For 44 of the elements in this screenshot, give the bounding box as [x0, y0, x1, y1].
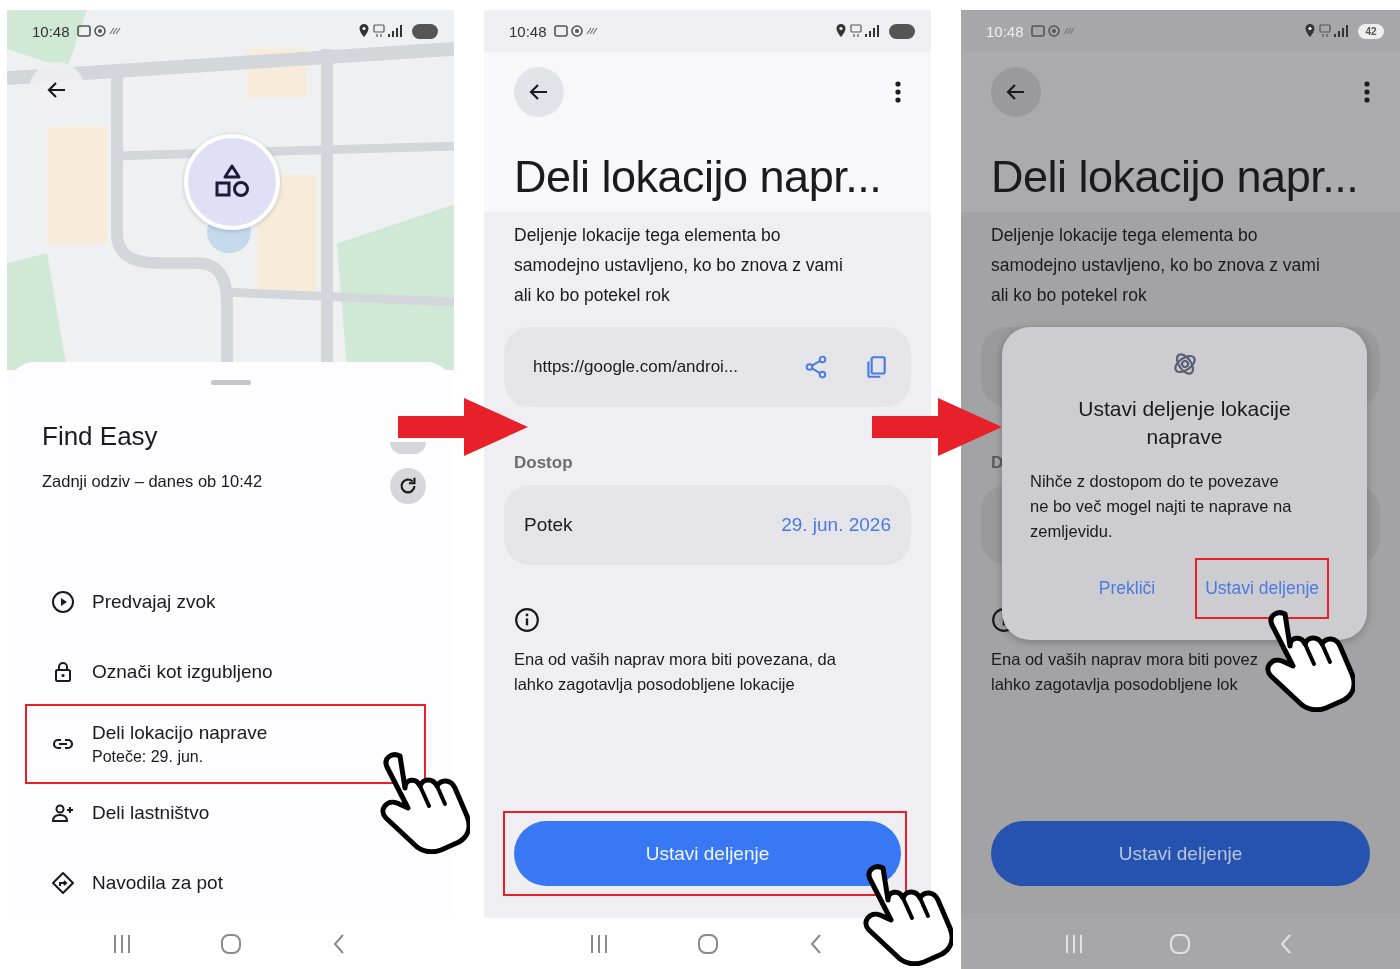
dialog-title: Ustavi deljenje lokacije naprave [1077, 396, 1292, 450]
status-time: 10:48 [509, 22, 547, 40]
description-text: Deljenje lokacije tega elementa bo samodejno ustavljeno, ko bo znova z vami ali ko bo potekel rok [991, 224, 1321, 307]
menu-label: Deli lastništvo [92, 802, 210, 824]
menu-label: Navodila za pot [92, 872, 223, 894]
stop-sharing-button[interactable]: Ustavi deljenje [514, 821, 901, 886]
share-icon[interactable] [803, 354, 829, 380]
back-button[interactable] [514, 67, 564, 117]
menu-label: Označi kot izgubljeno [92, 661, 273, 683]
battery-indicator [889, 23, 915, 39]
page-title: Deli lokacijo napr... [514, 151, 883, 203]
refresh-button[interactable] [390, 468, 426, 504]
description-text: Deljenje lokacije tega elementa bo samodejno ustavljeno, ko bo znova z vami ali ko bo potekel rok [514, 224, 844, 307]
menu-label: Deli lokacijo naprave [92, 722, 268, 744]
info-text: Ena od vaših naprav mora biti povez lahko zagotavlja posodobljene lok [991, 649, 1259, 695]
info-text: Ena od vaših naprav mora biti povezana, da lahko zagotavlja posodobljene lokacije [514, 649, 837, 695]
section-heading: Dostop [514, 453, 574, 473]
play-icon [51, 590, 75, 614]
home-icon[interactable] [696, 932, 719, 955]
more-options-icon[interactable] [1364, 80, 1370, 104]
link-url: https://google.com/androi... [533, 357, 739, 377]
battery-indicator: 42 [1358, 23, 1384, 39]
menu-item[interactable]: Predvajaj zvok [25, 567, 426, 637]
info-icon [514, 607, 540, 633]
stop-sharing-button[interactable]: Ustavi deljenje [991, 821, 1370, 886]
expiry-date: 29. jun. 2026 [781, 514, 891, 536]
device-name: Find Easy [42, 421, 158, 452]
section-heading: D [991, 453, 1005, 473]
status-time: 10:48 [32, 22, 70, 40]
last-seen-text: Zadnji odziv – danes ob 10:42 [42, 472, 263, 491]
home-icon[interactable] [219, 932, 242, 955]
menu-label: Predvajaj zvok [92, 591, 216, 613]
menu-detail: Poteče: 29. jun. [92, 748, 205, 766]
drag-handle[interactable] [210, 380, 251, 385]
dialog-text: Nihče z dostopom do te povezave ne bo več mogel najti te naprave na zemljevidu. [1030, 471, 1292, 542]
back-button[interactable] [991, 67, 1041, 117]
menu-item[interactable]: Označi kot izgubljeno [25, 637, 426, 707]
status-time: 10:48 [986, 22, 1024, 40]
directions-icon [51, 871, 75, 895]
expiry-label: Potek [524, 514, 573, 536]
more-options-icon[interactable] [895, 80, 901, 104]
menu-item[interactable]: Navodila za pot [25, 848, 426, 918]
expiry-card[interactable]: Potek 29. jun. 2026 [504, 485, 911, 565]
page-title: Deli lokacijo napr... [991, 151, 1360, 203]
